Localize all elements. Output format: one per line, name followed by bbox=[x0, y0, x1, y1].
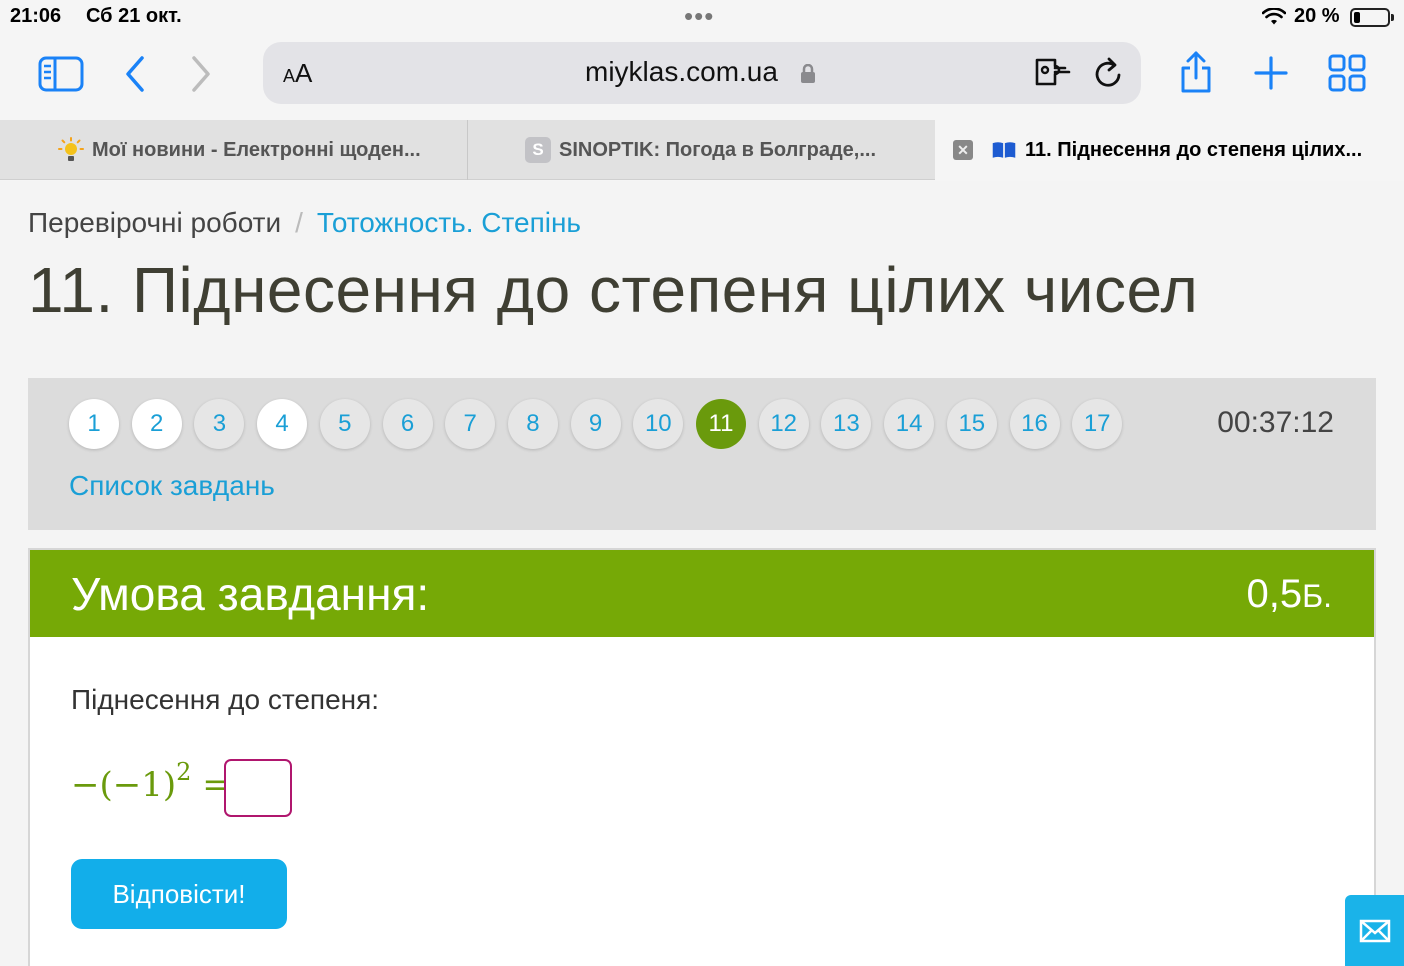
task-navigation: 1 2 3 4 5 6 7 8 9 10 11 12 13 14 15 16 17 00:37:12 Списо… bbox=[28, 378, 1376, 530]
answer-input[interactable] bbox=[224, 759, 292, 817]
share-icon[interactable] bbox=[1178, 50, 1214, 94]
breadcrumb-separator: / bbox=[295, 207, 303, 238]
extension-icon[interactable] bbox=[1033, 56, 1071, 93]
task-number-17[interactable]: 17 bbox=[1072, 399, 1123, 449]
close-tab-icon[interactable]: ✕ bbox=[953, 140, 973, 160]
task-number-12[interactable]: 12 bbox=[758, 399, 809, 449]
lock-icon bbox=[800, 63, 816, 89]
task-number-6[interactable]: 6 bbox=[382, 399, 433, 449]
status-time: 21:06 bbox=[10, 5, 62, 27]
url-domain[interactable]: miyklas.com.ua bbox=[585, 56, 778, 88]
tabs-overview-icon[interactable] bbox=[1328, 54, 1366, 92]
breadcrumb-root[interactable]: Перевірочні роботи bbox=[28, 207, 281, 238]
sun-icon bbox=[58, 137, 84, 163]
task-number-7[interactable]: 7 bbox=[445, 399, 496, 449]
task-points: 0,5Б. bbox=[1246, 572, 1333, 616]
task-card-header: Умова завдання: 0,5Б. bbox=[30, 550, 1374, 637]
task-number-14[interactable]: 14 bbox=[884, 399, 935, 449]
task-number-5[interactable]: 5 bbox=[319, 399, 370, 449]
task-number-13[interactable]: 13 bbox=[821, 399, 872, 449]
task-number-9[interactable]: 9 bbox=[570, 399, 621, 449]
task-number-10[interactable]: 10 bbox=[633, 399, 684, 449]
tab-current[interactable]: ✕ 11. Піднесення до степеня цілих... bbox=[935, 120, 1404, 180]
breadcrumb-current-link[interactable]: Тотожность. Степінь bbox=[317, 207, 581, 238]
status-bar: 21:06 Сб 21 окт. ••• 20 % bbox=[0, 0, 1404, 36]
back-icon[interactable] bbox=[122, 54, 148, 94]
task-list-link[interactable]: Список завдань bbox=[69, 470, 275, 502]
page-content: Перевірочні роботи / Тотожность. Степінь 1… bbox=[0, 181, 1404, 966]
task-number-16[interactable]: 16 bbox=[1009, 399, 1060, 449]
new-tab-icon[interactable] bbox=[1254, 56, 1288, 90]
task-number-11[interactable]: 11 bbox=[696, 399, 746, 449]
timer: 00:37:12 bbox=[1217, 406, 1334, 439]
sidebar-icon[interactable] bbox=[38, 56, 84, 92]
tab-label: Мої новини - Електронні щоден... bbox=[92, 138, 421, 161]
text-size-button[interactable]: AA bbox=[283, 58, 312, 89]
submit-answer-button[interactable]: Відповісти! bbox=[71, 859, 287, 929]
battery-percent: 20 % bbox=[1294, 5, 1340, 27]
tab-strip: Мої новини - Електронні щоден... S SINOP… bbox=[0, 120, 1404, 180]
multitasking-dots-icon[interactable]: ••• bbox=[684, 3, 714, 29]
reload-icon[interactable] bbox=[1093, 56, 1125, 95]
browser-toolbar: AA miyklas.com.ua bbox=[0, 36, 1404, 120]
forward-icon[interactable] bbox=[188, 54, 214, 94]
task-condition-title: Умова завдання: bbox=[71, 568, 430, 620]
tab-sinoptik[interactable]: S SINOPTIK: Погода в Болграде,... bbox=[469, 120, 935, 180]
task-number-1[interactable]: 1 bbox=[69, 399, 119, 449]
tab-label: SINOPTIK: Погода в Болграде,... bbox=[559, 138, 877, 161]
page-title: 11. Піднесення до степеня цілих чисел bbox=[28, 254, 1199, 326]
task-number-2[interactable]: 2 bbox=[131, 399, 182, 449]
book-icon bbox=[991, 137, 1017, 163]
tab-label: 11. Піднесення до степеня цілих... bbox=[1025, 138, 1363, 161]
battery-icon bbox=[1350, 8, 1394, 27]
task-number-3[interactable]: 3 bbox=[194, 399, 245, 449]
status-date: Сб 21 окт. bbox=[86, 5, 182, 27]
address-bar[interactable]: AA miyklas.com.ua bbox=[263, 42, 1141, 104]
task-question: Піднесення до степеня: bbox=[71, 684, 380, 715]
wifi-icon bbox=[1261, 7, 1287, 32]
task-number-15[interactable]: 15 bbox=[946, 399, 997, 449]
math-expression: −(−1)2 = bbox=[71, 758, 231, 805]
sinoptik-icon: S bbox=[525, 137, 551, 163]
tab-news[interactable]: Мої новини - Електронні щоден... bbox=[0, 120, 468, 180]
task-number-8[interactable]: 8 bbox=[507, 399, 558, 449]
mail-icon[interactable] bbox=[1345, 895, 1404, 966]
screen: 21:06 Сб 21 окт. ••• 20 % AA miyklas.com… bbox=[0, 0, 1404, 966]
task-card: Умова завдання: 0,5Б. Піднесення до степ… bbox=[28, 548, 1376, 966]
breadcrumb: Перевірочні роботи / Тотожность. Степінь bbox=[28, 207, 581, 239]
task-number-4[interactable]: 4 bbox=[257, 399, 308, 449]
